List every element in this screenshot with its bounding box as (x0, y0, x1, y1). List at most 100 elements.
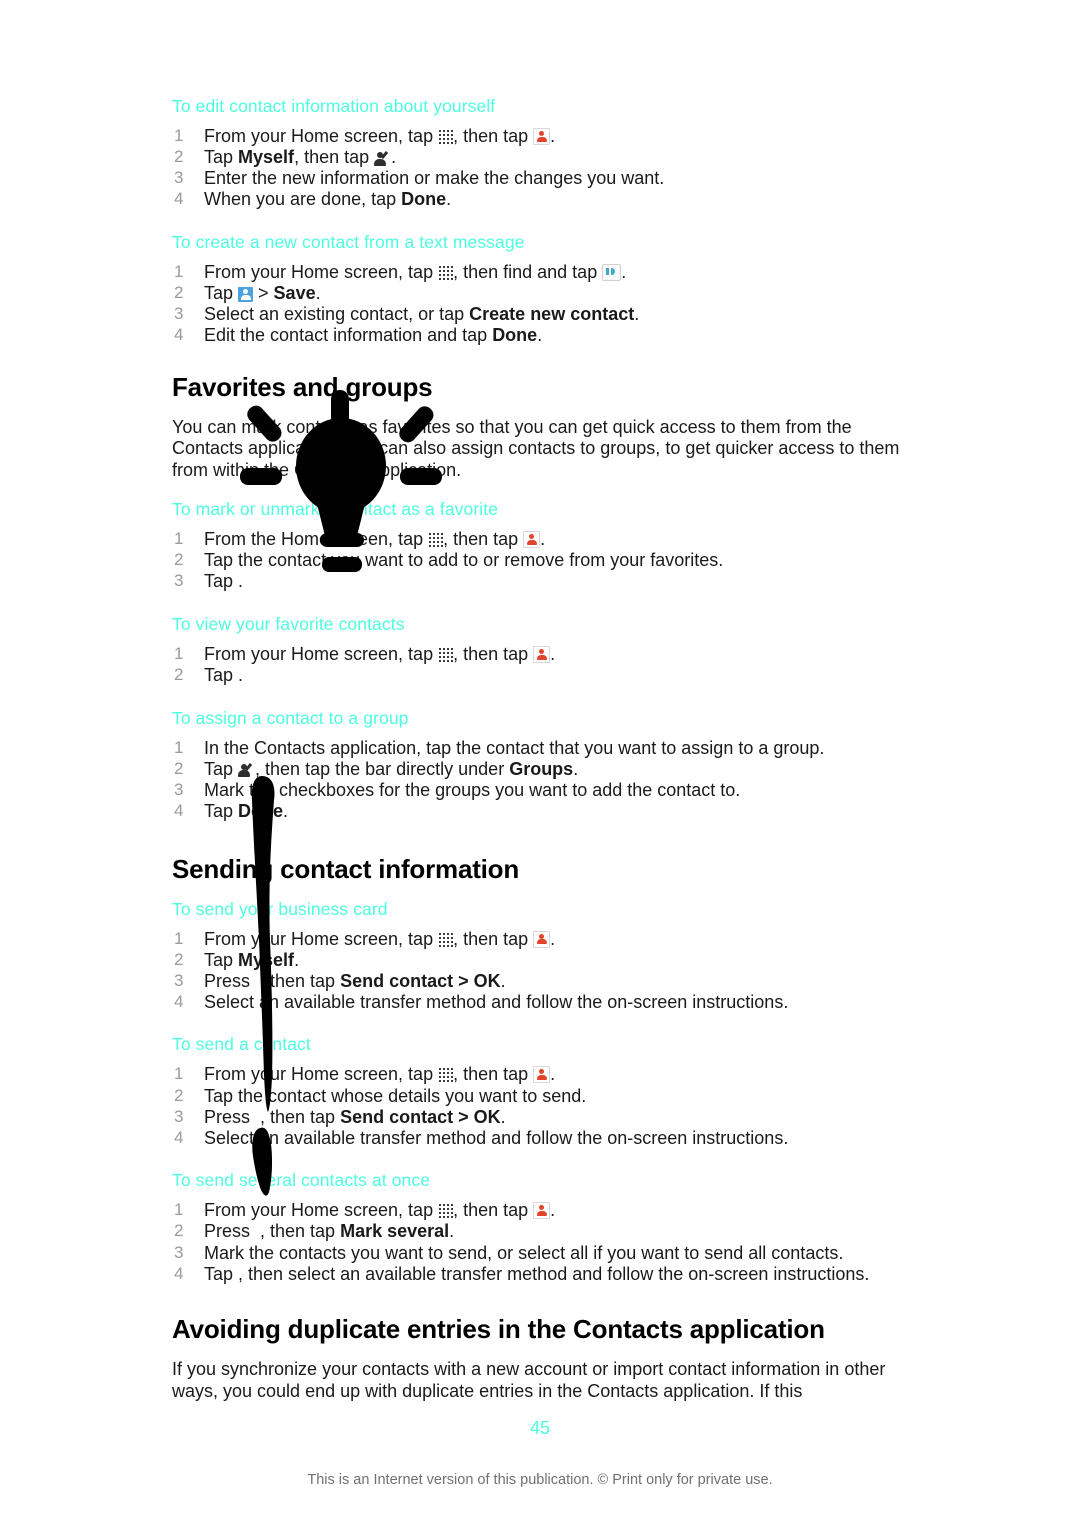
list-item: 1 From the Home screen, tap , then tap . (172, 529, 902, 550)
list-item: 1 From your Home screen, tap , then tap . (172, 644, 902, 665)
list-item: 3 Mark the checkboxes for the groups you … (172, 780, 902, 801)
step-text: From the Home screen, tap , then tap . (204, 529, 546, 550)
procedure-heading: To create a new contact from a text mess… (172, 231, 525, 252)
step-text: Mark the checkboxes for the groups you w… (204, 779, 741, 800)
list-item: 2 Tap the contact whose details you want … (172, 1086, 902, 1107)
step-number: 4 (174, 189, 184, 209)
list-item: 1 From your Home screen, tap , then tap . (172, 126, 902, 147)
step-number: 2 (174, 665, 184, 685)
step-number: 1 (174, 644, 184, 664)
contacts-icon (533, 930, 551, 948)
list-item: 1 From your Home screen, tap , then tap . (172, 1200, 902, 1221)
section-avoiding-duplicate-entries: Avoiding duplicate entries in the Contac… (172, 1314, 902, 1402)
step-number: 4 (174, 325, 184, 345)
step-text: In the Contacts application, tap the con… (204, 737, 825, 758)
step-list: 1 From the Home screen, tap , then tap . … (172, 529, 902, 592)
step-number: 3 (174, 970, 184, 990)
list-item: 4 Tap , then select an available transfer… (172, 1264, 902, 1285)
list-item: 4 Select an available transfer method and… (172, 1128, 902, 1149)
list-item: 4 Tap Done. (172, 801, 902, 822)
step-number: 2 (174, 550, 184, 570)
step-number: 4 (174, 1263, 184, 1283)
step-text: Select an available transfer method and … (204, 991, 789, 1012)
list-item: 1 From your Home screen, tap , then tap . (172, 1064, 902, 1085)
step-number: 4 (174, 801, 184, 820)
list-item: 3 Enter the new information or make the c… (172, 168, 902, 189)
step-text: Edit the contact information and tap Don… (204, 325, 543, 346)
step-text: Tap the contact whose details you want t… (204, 1085, 587, 1106)
page-title: Favorites and groups (172, 371, 433, 402)
contacts-icon (533, 646, 551, 664)
step-text: Press , then tap Mark several. (204, 1221, 455, 1242)
list-item: 1 From your Home screen, tap , then tap . (172, 929, 902, 950)
list-item: 1 From your Home screen, tap , then find … (172, 262, 902, 283)
list-item: 3 Mark the contacts you want to send, or … (172, 1243, 902, 1264)
list-item: 3 Press , then tap Send contact > OK. (172, 1107, 902, 1128)
list-item: 2 Press , then tap Mark several. (172, 1221, 902, 1242)
contacts-icon (523, 531, 541, 549)
section-sending-contact-information: Sending contact information (172, 854, 902, 885)
step-text: Select an available transfer method and … (204, 1127, 789, 1148)
step-number: 3 (174, 1106, 184, 1126)
app-drawer-icon (438, 264, 454, 280)
step-list: 1 From your Home screen, tap , then tap .… (172, 929, 902, 1013)
step-text: Enter the new information or make the ch… (204, 168, 665, 189)
contacts-icon (533, 1066, 551, 1084)
section-mark-unmark-favorite: To mark or unmark a contact as a favorit… (172, 499, 902, 592)
step-list: 1 In the Contacts application, tap the co… (172, 738, 902, 822)
procedure-heading: To send a contact (172, 1034, 311, 1055)
section-send-a-contact: To send a contact 1 From your Home screen… (172, 1034, 902, 1148)
app-drawer-icon (438, 1067, 454, 1083)
step-number: 2 (174, 282, 184, 302)
step-list: 1 From your Home screen, tap , then tap .… (172, 1200, 902, 1284)
step-text: Tap . (204, 665, 244, 686)
section-create-contact-from-text: To create a new contact from a text mess… (172, 232, 902, 346)
section-body: You can mark contacts as favorites so th… (172, 416, 900, 480)
step-text: From your Home screen, tap , then tap . (204, 644, 556, 665)
app-drawer-icon (438, 931, 454, 947)
step-number: 1 (174, 261, 184, 281)
step-number: 3 (174, 304, 184, 324)
list-item: 2 Tap . (172, 665, 902, 686)
messaging-icon (602, 263, 622, 281)
section-send-several-contacts: To send several contacts at once 1 From y… (172, 1170, 902, 1284)
procedure-heading: To edit contact information about yourse… (172, 96, 496, 116)
step-number: 1 (174, 126, 184, 145)
blue-contact-icon (238, 286, 254, 302)
procedure-heading: To send your business card (172, 898, 388, 919)
step-number: 1 (174, 529, 184, 549)
document-page: To edit contact information about yourse… (0, 0, 1080, 1527)
step-number: 2 (174, 949, 184, 969)
edit-contact-icon (238, 762, 255, 778)
step-list: 1 From your Home screen, tap , then tap .… (172, 126, 902, 210)
step-text: From your Home screen, tap , then find a… (204, 261, 627, 282)
step-text: Tap Done. (204, 801, 289, 821)
app-drawer-icon (438, 129, 454, 144)
step-number: 3 (174, 1242, 184, 1262)
step-list: 1 From your Home screen, tap , then tap .… (172, 644, 902, 686)
list-item: 4 Select an available transfer method and… (172, 992, 902, 1013)
step-number: 2 (174, 1221, 184, 1241)
step-text: Press , then tap Send contact > OK. (204, 970, 506, 991)
list-item: 3 Press , then tap Send contact > OK. (172, 971, 902, 992)
step-number: 2 (174, 1085, 184, 1105)
contacts-icon (533, 128, 551, 145)
section-body: If you synchronize your contacts with a … (172, 1359, 886, 1401)
step-text: Tap Myself. (204, 949, 300, 970)
step-text: Select an existing contact, or tap Creat… (204, 304, 640, 325)
list-item: 2 Tap > Save. (172, 283, 902, 304)
list-item: 2 Tap , then tap the bar directly under G… (172, 759, 902, 780)
app-drawer-icon (438, 1203, 454, 1219)
step-text: From your Home screen, tap , then tap . (204, 1064, 556, 1085)
step-list: 1 From your Home screen, tap , then tap .… (172, 1064, 902, 1148)
list-item: 3 Select an existing contact, or tap Crea… (172, 304, 902, 325)
step-text: Tap the contact you want to add to or re… (204, 550, 724, 571)
contacts-icon (533, 1202, 551, 1220)
list-item: 1 In the Contacts application, tap the co… (172, 738, 902, 759)
procedure-heading: To assign a contact to a group (172, 707, 409, 728)
section-view-favorite-contacts: To view your favorite contacts 1 From you… (172, 614, 902, 686)
step-number: 1 (174, 928, 184, 948)
section-send-business-card: To send your business card 1 From your Ho… (172, 899, 902, 1013)
list-item: 4 When you are done, tap Done. (172, 189, 902, 210)
step-number: 3 (174, 571, 184, 591)
